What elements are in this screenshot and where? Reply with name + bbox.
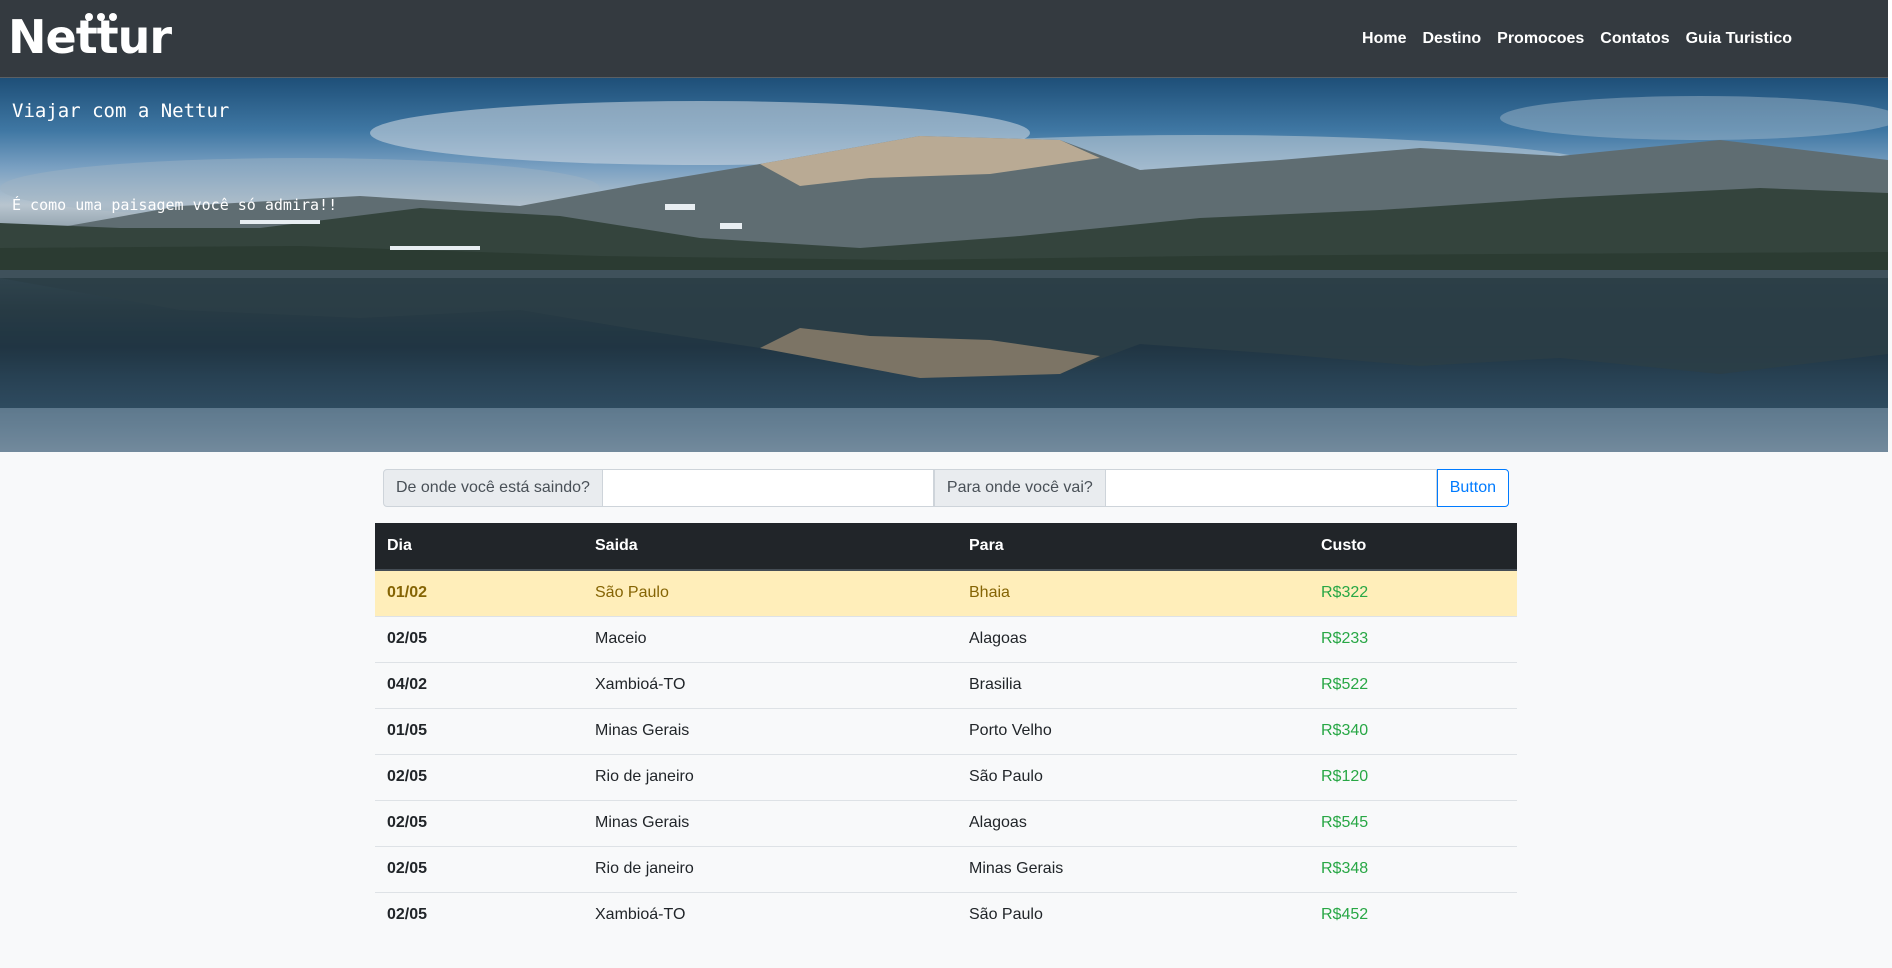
cell-custo: R$340 (1309, 707, 1517, 754)
nav-contatos-link[interactable]: Contatos (1600, 28, 1669, 50)
table-row: 02/05 Rio de janeiro São Paulo R$120 (375, 753, 1517, 800)
table-row: 01/05 Minas Gerais Porto Velho R$340 (375, 707, 1517, 754)
origin-input[interactable] (602, 469, 934, 507)
nav-promocoes-link[interactable]: Promocoes (1497, 28, 1584, 50)
cell-saida: Maceio (583, 615, 957, 662)
trips-table: Dia Saida Para Custo 01/02 São Paulo Bha… (375, 523, 1517, 938)
cell-custo: R$233 (1309, 615, 1517, 662)
destination-label: Para onde você vai? (933, 469, 1106, 507)
nav-guia-turistico-link[interactable]: Guia Turistico (1686, 28, 1792, 50)
column-header-saida: Saida (583, 523, 957, 571)
scrollbar[interactable] (1888, 0, 1892, 80)
cell-custo: R$522 (1309, 661, 1517, 708)
table-header: Dia Saida Para Custo (375, 523, 1517, 571)
cell-dia: 01/05 (375, 707, 583, 754)
cell-dia: 04/02 (375, 661, 583, 708)
cell-para: São Paulo (957, 891, 1309, 938)
cell-dia: 02/05 (375, 799, 583, 846)
search-button[interactable]: Button (1436, 469, 1509, 507)
column-header-para: Para (957, 523, 1309, 571)
hero-subtitle: É como uma paisagem você só admira!! (12, 196, 338, 214)
cell-saida: Minas Gerais (583, 799, 957, 846)
cell-saida: Rio de janeiro (583, 845, 957, 892)
nav-home-link[interactable]: Home (1362, 28, 1406, 50)
logo-dots-icon (85, 13, 117, 21)
column-header-dia: Dia (375, 523, 583, 571)
cell-custo: R$322 (1309, 569, 1517, 616)
cell-dia: 02/05 (375, 845, 583, 892)
cell-saida: São Paulo (583, 569, 957, 616)
cell-custo: R$545 (1309, 799, 1517, 846)
cell-custo: R$120 (1309, 753, 1517, 800)
cell-custo: R$348 (1309, 845, 1517, 892)
cell-para: Bhaia (957, 569, 1309, 616)
cell-para: Brasilia (957, 661, 1309, 708)
main-nav: Home Destino Promocoes Contatos Guia Tur… (1362, 28, 1792, 50)
destination-input[interactable] (1105, 469, 1437, 507)
nav-destino-link[interactable]: Destino (1422, 28, 1481, 50)
table-row: 02/05 Xambioá-TO São Paulo R$452 (375, 891, 1517, 938)
hero-title: Viajar com a Nettur (12, 100, 230, 122)
table-row: 02/05 Rio de janeiro Minas Gerais R$348 (375, 845, 1517, 892)
cell-para: Minas Gerais (957, 845, 1309, 892)
hero-banner: Viajar com a Nettur É como uma paisagem … (0, 78, 1888, 452)
cell-dia: 02/05 (375, 891, 583, 938)
cell-saida: Xambioá-TO (583, 891, 957, 938)
navbar: Nettur Home Destino Promocoes Contatos G… (0, 0, 1892, 78)
brand-logo[interactable]: Nettur (8, 10, 172, 64)
table-row: 04/02 Xambioá-TO Brasilia R$522 (375, 661, 1517, 708)
table-row: 02/05 Minas Gerais Alagoas R$545 (375, 799, 1517, 846)
trip-search-form: De onde você está saindo? Para onde você… (383, 469, 1509, 507)
cell-para: Alagoas (957, 615, 1309, 662)
cell-para: São Paulo (957, 753, 1309, 800)
cell-para: Porto Velho (957, 707, 1309, 754)
column-header-custo: Custo (1309, 523, 1517, 571)
cell-dia: 02/05 (375, 753, 583, 800)
table-row: 01/02 São Paulo Bhaia R$322 (375, 569, 1517, 616)
cell-saida: Minas Gerais (583, 707, 957, 754)
cell-saida: Rio de janeiro (583, 753, 957, 800)
cell-custo: R$452 (1309, 891, 1517, 938)
cell-saida: Xambioá-TO (583, 661, 957, 708)
cell-para: Alagoas (957, 799, 1309, 846)
origin-label: De onde você está saindo? (383, 469, 603, 507)
table-row: 02/05 Maceio Alagoas R$233 (375, 615, 1517, 662)
mountain-lake-image (0, 96, 1888, 452)
cell-dia: 01/02 (375, 569, 583, 616)
cell-dia: 02/05 (375, 615, 583, 662)
